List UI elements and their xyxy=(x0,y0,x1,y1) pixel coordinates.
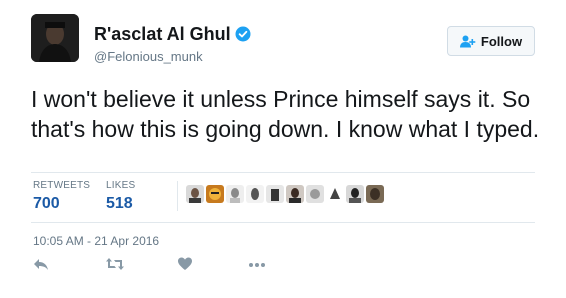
retweets-label: RETWEETS xyxy=(33,180,91,191)
timestamp[interactable]: 10:05 AM - 21 Apr 2016 xyxy=(33,234,159,248)
liker-avatar[interactable] xyxy=(266,185,284,203)
liker-avatar[interactable] xyxy=(346,185,364,203)
liker-avatar[interactable] xyxy=(246,185,264,203)
likes-stat[interactable]: LIKES 518 xyxy=(106,180,135,213)
verified-badge-icon xyxy=(235,26,251,42)
divider xyxy=(31,172,535,173)
liker-avatar[interactable] xyxy=(366,185,384,203)
likes-count: 518 xyxy=(106,195,133,212)
follow-user-icon xyxy=(459,35,476,48)
retweets-stat[interactable]: RETWEETS 700 xyxy=(33,180,90,213)
follow-label: Follow xyxy=(480,33,523,49)
liker-avatar[interactable] xyxy=(206,185,224,203)
liker-avatar[interactable] xyxy=(326,185,344,203)
retweets-count: 700 xyxy=(33,195,60,212)
liker-avatar[interactable] xyxy=(186,185,204,203)
avatar[interactable] xyxy=(31,14,79,62)
liker-avatar[interactable] xyxy=(306,185,324,203)
likers-avatars xyxy=(186,185,384,203)
tweet-text: I won't believe it unless Prince himself… xyxy=(31,86,540,142)
reply-icon[interactable] xyxy=(33,256,49,272)
name-row: R'asclat Al Ghul xyxy=(94,24,251,44)
divider xyxy=(31,222,535,223)
follow-button[interactable]: Follow xyxy=(447,26,535,56)
divider xyxy=(177,181,178,211)
display-name[interactable]: R'asclat Al Ghul xyxy=(94,24,231,44)
tweet-card: R'asclat Al Ghul @Felonious_munk Follow … xyxy=(0,0,566,298)
liker-avatar[interactable] xyxy=(286,185,304,203)
more-icon[interactable] xyxy=(247,256,267,272)
user-handle[interactable]: @Felonious_munk xyxy=(94,49,251,64)
likes-label: LIKES xyxy=(106,180,136,191)
liker-avatar[interactable] xyxy=(226,185,244,203)
like-icon[interactable] xyxy=(177,256,193,272)
retweet-icon[interactable] xyxy=(105,256,125,272)
user-info: R'asclat Al Ghul @Felonious_munk xyxy=(94,24,251,64)
